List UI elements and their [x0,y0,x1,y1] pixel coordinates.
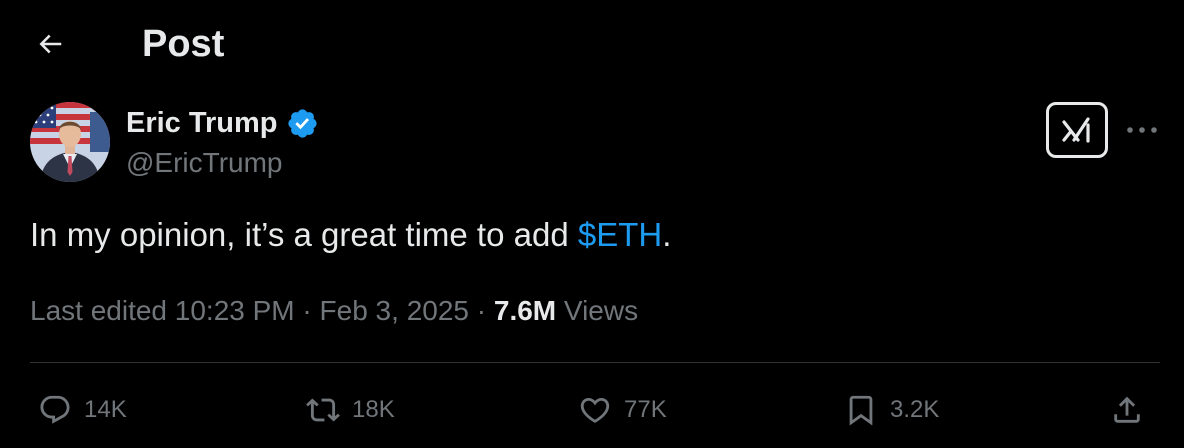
author-name[interactable]: Eric Trump [126,104,319,142]
share-button[interactable] [1110,388,1144,432]
like-count: 77K [624,396,667,423]
post-text-body: In my opinion, it’s a great time to add [30,216,578,253]
verified-badge-icon[interactable] [286,107,319,140]
page-title: Post [142,23,225,65]
meta-separator-2: · [468,295,494,326]
cashtag-link[interactable]: $ETH [578,216,662,253]
post-text: In my opinion, it’s a great time to add … [30,213,671,257]
more-options-button[interactable] [1122,114,1162,146]
reply-count: 14K [84,396,127,423]
bookmark-icon [844,393,878,427]
divider [30,362,1160,363]
post-date[interactable]: Feb 3, 2025 [320,295,469,326]
views-label: Views [563,295,639,326]
grok-button[interactable] [1046,102,1108,158]
heart-icon [578,393,612,427]
repost-count: 18K [352,396,395,423]
bookmark-count: 3.2K [890,396,940,423]
reply-button[interactable]: 14K [38,388,127,432]
post-text-end: . [662,216,672,253]
repost-button[interactable]: 18K [306,388,395,432]
grok-icon [1057,113,1097,147]
author-handle[interactable]: @EricTrump [126,145,283,181]
like-button[interactable]: 77K [578,388,667,432]
more-horizontal-icon [1125,125,1159,135]
share-icon [1110,393,1144,427]
views-count: 7.6M [493,295,557,326]
avatar[interactable] [30,102,110,182]
post-header: Post [0,0,1184,90]
back-button[interactable] [28,22,72,66]
post-meta: Last edited 10:23 PM · Feb 3, 2025 · 7.6… [30,292,638,330]
bookmark-button[interactable]: 3.2K [844,388,939,432]
arrow-left-icon [35,29,65,59]
reply-icon [38,393,72,427]
meta-separator: · [294,295,320,326]
repost-icon [306,393,340,427]
author-name-text: Eric Trump [126,107,278,139]
edited-label[interactable]: Last edited [30,295,167,326]
post-time[interactable]: 10:23 PM [175,295,295,326]
